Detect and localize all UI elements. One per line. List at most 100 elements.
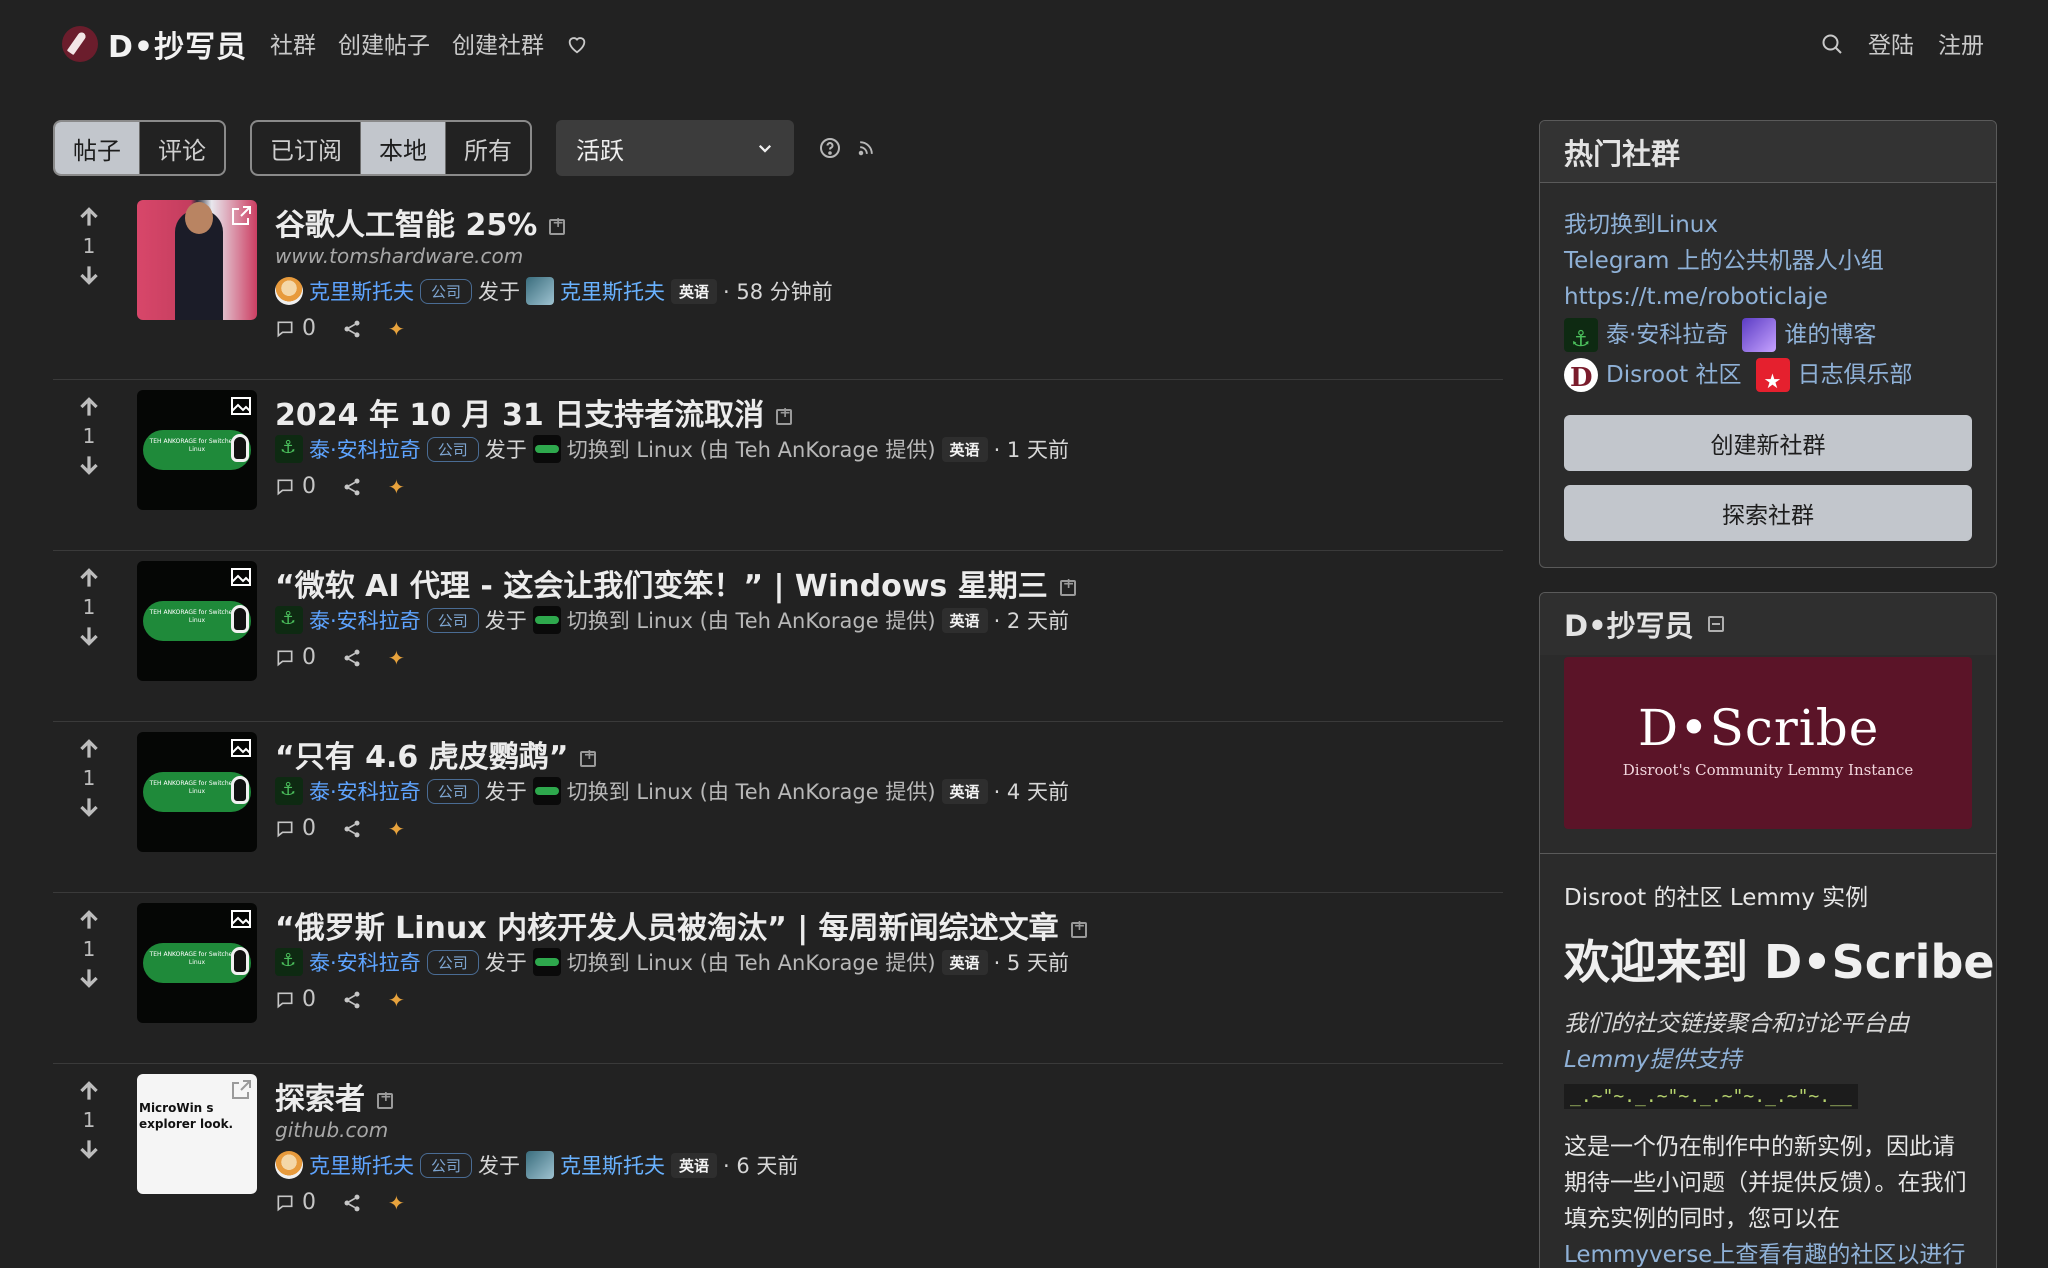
author-link[interactable]: 泰·安科拉奇 [309, 605, 421, 635]
tab-comments[interactable]: 评论 [140, 122, 224, 174]
share-icon[interactable] [342, 990, 362, 1010]
nav-communities[interactable]: 社群 [270, 26, 316, 60]
nav-right: 登陆 注册 [1820, 26, 1984, 60]
expand-icon[interactable] [1059, 576, 1076, 596]
expand-icon[interactable] [549, 215, 566, 235]
community-link[interactable]: 切换到 Linux (由 Teh AnKorage 提供) [567, 434, 936, 464]
post-score: 1 [82, 424, 96, 448]
brand-name: D•抄写员 [108, 30, 248, 65]
expand-icon[interactable] [377, 1089, 393, 1109]
nav-create-post[interactable]: 创建帖子 [338, 26, 430, 60]
expand-icon[interactable] [1070, 918, 1087, 938]
comments-button[interactable]: 0 [275, 316, 316, 341]
trending-community-link[interactable]: Disroot 社区 [1606, 355, 1742, 395]
share-icon[interactable] [342, 319, 362, 339]
post-thumbnail[interactable]: MicroWin s explorer look. [137, 1074, 257, 1194]
upvote-icon[interactable] [76, 736, 102, 762]
comments-button[interactable]: 0 [275, 645, 316, 670]
navbar: D•抄写员 社群 创建帖子 创建社群 登陆 注册 [0, 0, 2048, 86]
comments-button[interactable]: 0 [275, 1190, 316, 1215]
tab-subscribed[interactable]: 已订阅 [252, 122, 361, 174]
share-icon[interactable] [342, 648, 362, 668]
downvote-icon[interactable] [76, 262, 102, 288]
post-title[interactable]: 2024 年 10 月 31 日支持者流取消 [275, 390, 793, 434]
share-icon[interactable] [342, 1193, 362, 1213]
trending-community-link[interactable]: 日志俱乐部 [1798, 355, 1913, 395]
downvote-icon[interactable] [76, 794, 102, 820]
post-title[interactable]: 探索者 [275, 1074, 393, 1118]
login-link[interactable]: 登陆 [1868, 26, 1914, 60]
lemmyverse-link[interactable]: Lemmyverse上查看有趣的社区以进行 [1564, 1242, 1965, 1268]
downvote-icon[interactable] [76, 452, 102, 478]
create-community-button[interactable]: 创建新社群 [1564, 415, 1972, 471]
trending-link[interactable]: Telegram 上的公共机器人小组 [1564, 243, 1972, 279]
community-link[interactable]: 切换到 Linux (由 Teh AnKorage 提供) [567, 776, 936, 806]
community-link[interactable]: 克里斯托夫 [560, 276, 665, 306]
fediverse-icon[interactable]: ✦ [388, 475, 405, 499]
community-link[interactable]: 克里斯托夫 [560, 1150, 665, 1180]
rss-icon[interactable] [856, 138, 876, 159]
fediverse-icon[interactable]: ✦ [388, 317, 405, 341]
tab-all[interactable]: 所有 [446, 122, 530, 174]
collapse-icon[interactable] [1707, 616, 1724, 632]
trending-link[interactable]: https://t.me/roboticlaje [1564, 279, 1972, 315]
explore-communities-button[interactable]: 探索社群 [1564, 485, 1972, 541]
post-title[interactable]: 谷歌人工智能 25% [275, 200, 566, 244]
lemmy-link[interactable]: Lemmy提供支持 [1564, 1047, 1741, 1073]
fediverse-icon[interactable]: ✦ [388, 817, 405, 841]
penguin-icon [231, 947, 249, 975]
help-icon[interactable] [818, 136, 842, 160]
post-thumbnail[interactable] [137, 200, 257, 320]
author-link[interactable]: 克里斯托夫 [309, 1150, 414, 1180]
tab-posts[interactable]: 帖子 [55, 122, 140, 174]
author-link[interactable]: 泰·安科拉奇 [309, 776, 421, 806]
post-thumbnail[interactable]: TEH ANKORAGE for Switched To Linux [137, 732, 257, 852]
upvote-icon[interactable] [76, 394, 102, 420]
community-link[interactable]: 切换到 Linux (由 Teh AnKorage 提供) [567, 605, 936, 635]
post-thumbnail[interactable]: TEH ANKORAGE for Switched To Linux [137, 903, 257, 1023]
post-title[interactable]: “微软 AI 代理 - 这会让我们变笨！” | Windows 星期三 [275, 561, 1076, 605]
search-icon[interactable] [1820, 30, 1844, 56]
post-domain[interactable]: www.tomshardware.com [275, 244, 523, 268]
brand-link[interactable]: D•抄写员 [62, 22, 247, 66]
author-link[interactable]: 泰·安科拉奇 [309, 434, 421, 464]
community-link[interactable]: 切换到 Linux (由 Teh AnKorage 提供) [567, 947, 936, 977]
fediverse-icon[interactable]: ✦ [388, 1191, 405, 1215]
nav-create-community[interactable]: 创建社群 [452, 26, 544, 60]
image-icon [231, 910, 251, 928]
fediverse-icon[interactable]: ✦ [388, 988, 405, 1012]
expand-icon[interactable] [580, 747, 597, 767]
comments-button[interactable]: 0 [275, 474, 316, 499]
share-icon[interactable] [342, 819, 362, 839]
author-link[interactable]: 克里斯托夫 [309, 276, 414, 306]
upvote-icon[interactable] [76, 907, 102, 933]
post-thumbnail[interactable]: TEH ANKORAGE for Switched To Linux [137, 390, 257, 510]
quill-logo-icon [62, 26, 98, 62]
downvote-icon[interactable] [76, 965, 102, 991]
site-description: Disroot 的社区 Lemmy 实例 欢迎来到 D•Scribe 我们的社交… [1540, 853, 1996, 1268]
expand-icon[interactable] [776, 405, 793, 425]
sort-select[interactable]: 活跃 [556, 120, 794, 176]
trending-community-link[interactable]: 谁的博客 [1784, 315, 1876, 355]
author-link[interactable]: 泰·安科拉奇 [309, 947, 421, 977]
downvote-icon[interactable] [76, 623, 102, 649]
heart-icon[interactable] [566, 30, 588, 56]
fediverse-icon[interactable]: ✦ [388, 646, 405, 670]
post-title[interactable]: “俄罗斯 Linux 内核开发人员被淘汰” | 每周新闻综述文章 [275, 903, 1087, 947]
site-body-text: 这是一个仍在制作中的新实例，因此请期待一些小问题（并提供反馈）。在我们填充实例的… [1564, 1134, 1967, 1268]
register-link[interactable]: 注册 [1938, 26, 1984, 60]
tab-local[interactable]: 本地 [361, 122, 446, 174]
upvote-icon[interactable] [76, 565, 102, 591]
share-icon[interactable] [342, 477, 362, 497]
post-thumbnail[interactable]: TEH ANKORAGE for Switched To Linux [137, 561, 257, 681]
trending-community-link[interactable]: 泰·安科拉奇 [1606, 315, 1728, 355]
trending-link[interactable]: 我切换到Linux [1564, 207, 1972, 243]
post-title[interactable]: “只有 4.6 虎皮鹦鹉” [275, 732, 597, 776]
post-actions: 0 ✦ [275, 987, 405, 1012]
downvote-icon[interactable] [76, 1136, 102, 1162]
post-domain[interactable]: github.com [275, 1118, 388, 1142]
comments-button[interactable]: 0 [275, 987, 316, 1012]
upvote-icon[interactable] [76, 1078, 102, 1104]
upvote-icon[interactable] [76, 204, 102, 230]
comments-button[interactable]: 0 [275, 816, 316, 841]
